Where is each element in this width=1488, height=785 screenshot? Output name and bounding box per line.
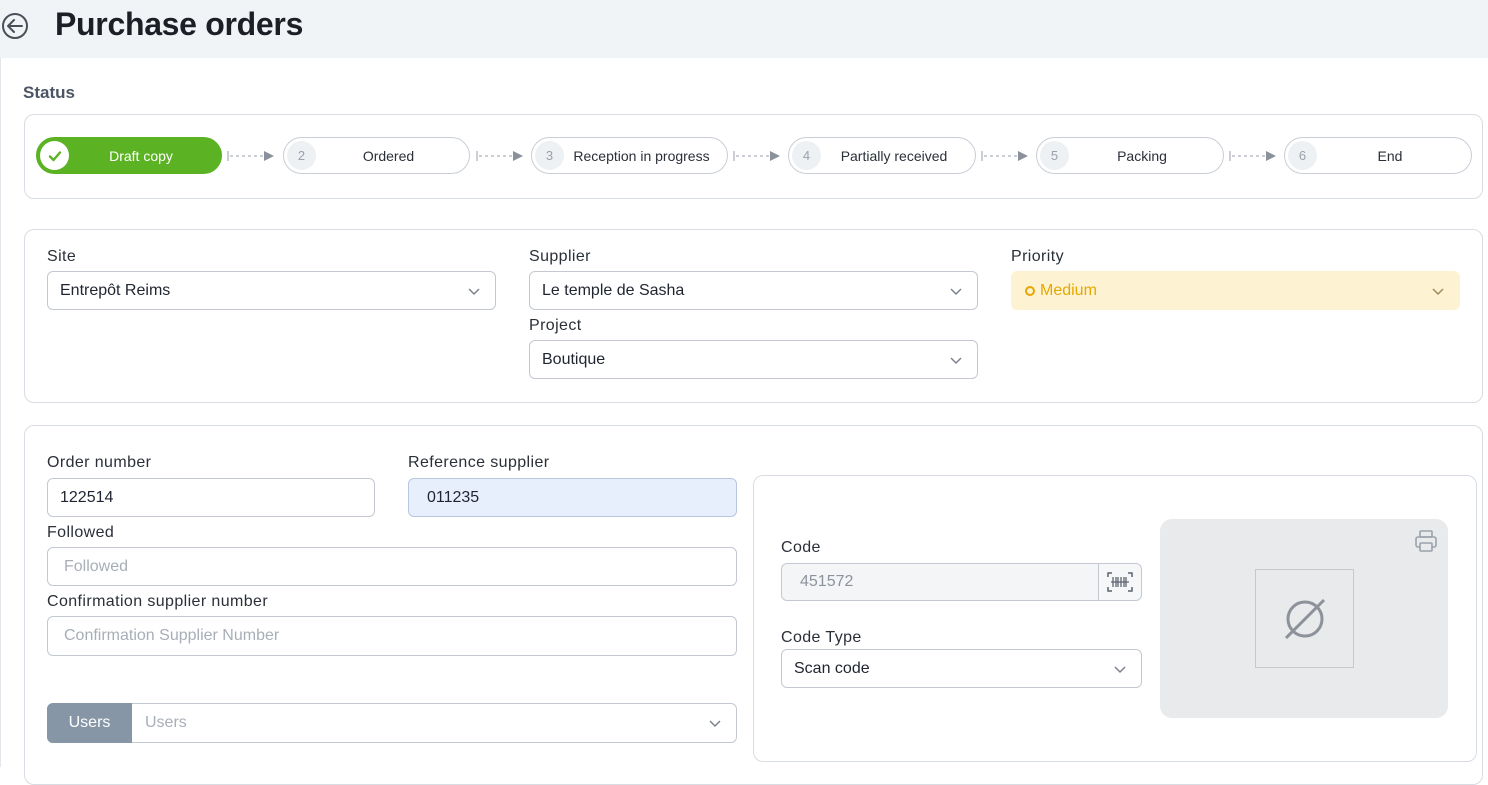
chevron-down-icon xyxy=(1432,288,1444,296)
step-number: 4 xyxy=(792,141,821,170)
step-label: End xyxy=(1377,147,1403,164)
chevron-down-icon xyxy=(1114,666,1126,674)
code-value: 451572 xyxy=(800,573,854,590)
priority-select[interactable]: Medium xyxy=(1011,271,1460,310)
barcode-icon xyxy=(1107,572,1133,592)
users-placeholder: Users xyxy=(145,714,187,731)
barcode-scan-button[interactable] xyxy=(1098,563,1142,601)
reference-supplier-value: 011235 xyxy=(427,488,480,506)
step-connector-arrow xyxy=(227,151,274,161)
site-select[interactable]: Entrepôt Reims xyxy=(47,271,496,310)
confirmation-placeholder: Confirmation Supplier Number xyxy=(64,627,280,644)
project-select[interactable]: Boutique xyxy=(529,340,978,379)
chevron-down-icon xyxy=(709,720,721,728)
code-label: Code xyxy=(781,539,821,556)
site-value: Entrepôt Reims xyxy=(60,281,171,299)
empty-image-placeholder xyxy=(1255,569,1354,668)
step-label: Packing xyxy=(1117,147,1167,164)
code-type-value: Scan code xyxy=(794,659,870,677)
followed-placeholder: Followed xyxy=(64,557,129,575)
chevron-down-icon xyxy=(468,288,480,296)
print-icon[interactable] xyxy=(1414,529,1438,553)
status-step-end[interactable]: 6 End xyxy=(1284,137,1472,174)
followed-input[interactable]: Followed xyxy=(47,547,737,586)
site-label: Site xyxy=(47,248,77,265)
step-number: 6 xyxy=(1288,141,1317,170)
barcode-preview xyxy=(1160,519,1448,718)
followed-label: Followed xyxy=(47,524,115,541)
code-type-label: Code Type xyxy=(781,629,862,646)
code-type-select[interactable]: Scan code xyxy=(781,649,1142,688)
confirmation-supplier-number-input[interactable]: Confirmation Supplier Number xyxy=(47,616,737,656)
priority-label: Priority xyxy=(1011,248,1064,265)
confirmation-supplier-number-label: Confirmation supplier number xyxy=(47,593,269,610)
step-connector-arrow xyxy=(981,151,1028,161)
status-step-partially-received[interactable]: 4 Partially received xyxy=(788,137,976,174)
step-label: Partially received xyxy=(840,147,948,164)
reference-supplier-label: Reference supplier xyxy=(408,454,550,471)
status-step-reception-in-progress[interactable]: 3 Reception in progress xyxy=(531,137,728,174)
step-connector-arrow xyxy=(1229,151,1276,161)
users-tag: Users xyxy=(47,703,132,743)
step-connector-arrow xyxy=(476,151,523,161)
priority-value: Medium xyxy=(1040,281,1097,299)
supplier-label: Supplier xyxy=(529,248,591,265)
order-number-value: 122514 xyxy=(60,488,114,506)
back-arrow-icon[interactable] xyxy=(2,13,28,39)
supplier-select[interactable]: Le temple de Sasha xyxy=(529,271,978,310)
empty-set-icon xyxy=(1284,598,1325,639)
step-connector-arrow xyxy=(733,151,780,161)
chevron-down-icon xyxy=(950,288,962,296)
step-number: 2 xyxy=(287,141,316,170)
users-select[interactable]: Users xyxy=(47,703,737,743)
chevron-down-icon xyxy=(950,357,962,365)
step-number: 5 xyxy=(1040,141,1069,170)
status-section-label: Status xyxy=(23,83,75,102)
status-step-packing[interactable]: 5 Packing xyxy=(1036,137,1224,174)
project-value: Boutique xyxy=(542,350,606,368)
reference-supplier-input[interactable]: 011235 xyxy=(408,478,737,517)
page-title: Purchase orders xyxy=(55,6,304,42)
step-number: 3 xyxy=(535,141,564,170)
step-label: Draft copy xyxy=(109,147,173,164)
step-label: Reception in progress xyxy=(573,147,710,164)
status-step-ordered[interactable]: 2 Ordered xyxy=(283,137,470,174)
order-number-label: Order number xyxy=(47,454,152,471)
supplier-value: Le temple de Sasha xyxy=(542,281,685,299)
order-number-input[interactable]: 122514 xyxy=(47,478,375,517)
check-icon xyxy=(40,141,69,170)
status-step-draft-copy[interactable]: Draft copy xyxy=(36,137,222,174)
project-label: Project xyxy=(529,317,582,334)
code-input[interactable]: 451572 xyxy=(781,563,1099,601)
page-header: Purchase orders xyxy=(0,0,1488,58)
priority-circle-icon xyxy=(1025,285,1035,296)
step-label: Ordered xyxy=(362,147,415,164)
